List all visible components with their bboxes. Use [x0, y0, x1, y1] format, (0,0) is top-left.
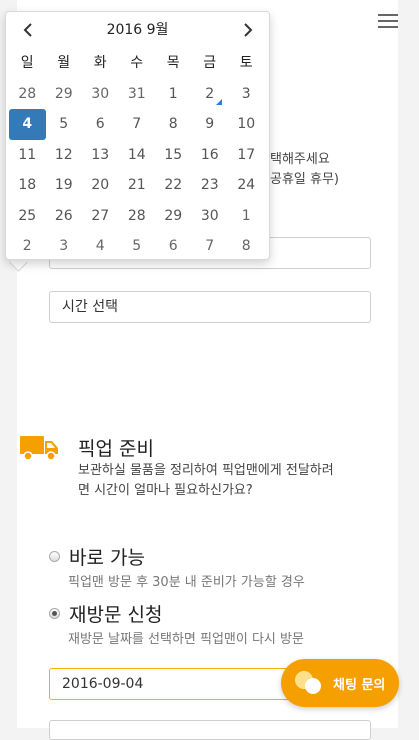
calendar-day[interactable]: 26	[46, 201, 83, 232]
calendar-day-other-month[interactable]: 3	[46, 231, 83, 262]
weekday-label: 토	[239, 55, 253, 71]
calendar-day[interactable]: 5	[46, 109, 83, 140]
calendar-day[interactable]: 9	[192, 109, 229, 140]
calendar-week-row: 28 29 30 31 1 2 3	[9, 79, 265, 110]
pickup-prep-title: 픽업 준비	[78, 438, 154, 460]
calendar-day[interactable]: 2	[192, 79, 229, 110]
calendar-day[interactable]: 13	[82, 140, 119, 171]
calendar-day[interactable]: 15	[155, 140, 192, 171]
calendar-day[interactable]: 25	[9, 201, 46, 232]
option-revisit[interactable]: 재방문 신청	[49, 600, 162, 627]
truck-icon	[20, 436, 58, 461]
chat-bubble-icon	[295, 671, 321, 694]
option-immediate[interactable]: 바로 가능	[49, 543, 145, 570]
revisit-label: 재방문 신청	[69, 604, 163, 626]
calendar-day[interactable]: 14	[119, 140, 156, 171]
revisit-date-input[interactable]: 2016-09-04	[49, 668, 299, 700]
calendar-day-other-month[interactable]: 30	[82, 79, 119, 110]
calendar-day[interactable]: 8	[155, 109, 192, 140]
prev-month-icon[interactable]	[18, 19, 38, 41]
weekday-label: 수	[130, 55, 144, 71]
pickup-prep-desc-line2: 면 시간이 얼마나 필요하신가요?	[78, 483, 253, 498]
calendar-day[interactable]: 16	[192, 140, 229, 171]
immediate-radio[interactable]	[49, 551, 60, 562]
calendar-day[interactable]: 23	[192, 170, 229, 201]
weekday-label: 금	[203, 55, 217, 71]
calendar-day[interactable]: 17	[228, 140, 265, 171]
calendar-week-row: 11 12 13 14 15 16 17	[9, 140, 265, 171]
calendar-week-row: 2345678	[9, 231, 265, 262]
time-select[interactable]: 시간 선택	[49, 291, 371, 323]
calendar-day-other-month[interactable]: 29	[46, 79, 83, 110]
weekday-header-row: 일월화수목금토	[9, 48, 265, 79]
calendar-day[interactable]: 29	[155, 201, 192, 232]
calendar-day[interactable]: 12	[46, 140, 83, 171]
calendar-day[interactable]: 3	[228, 79, 265, 110]
calendar-day[interactable]: 30	[192, 201, 229, 232]
calendar-day[interactable]: 27	[82, 201, 119, 232]
calendar-week-row: 25 26 27 28 29 30 1	[9, 201, 265, 232]
calendar-day[interactable]: 1	[155, 79, 192, 110]
immediate-desc: 픽업맨 방문 후 30분 내 준비가 가능할 경우	[68, 575, 305, 590]
calendar-day[interactable]: 10	[228, 109, 265, 140]
calendar-week-row: 18 19 20 21 22 23 24	[9, 170, 265, 201]
pickup-prep-desc-line1: 보관하실 물품을 정리하여 픽업맨에게 전달하려	[78, 463, 334, 478]
calendar-day[interactable]: 22	[155, 170, 192, 201]
calendar-month-title: 2016 9월	[106, 22, 169, 38]
weekday-label: 목	[166, 55, 180, 71]
calendar-week-row: 4 5 6 7 8 9 10	[9, 109, 265, 140]
chat-inquiry-button[interactable]: 채팅 문의	[281, 659, 399, 707]
chat-button-label: 채팅 문의	[333, 677, 386, 693]
revisit-time-select[interactable]	[49, 720, 371, 740]
weekday-label: 월	[57, 55, 71, 71]
calendar-day[interactable]: 18	[9, 170, 46, 201]
calendar-day-other-month[interactable]: 7	[192, 231, 229, 262]
datepicker-popup: 2016 9월 일월화수목금토 28 29 30 31 1 2 3 4 5 6 7 8 9 10 11 12 1…	[5, 11, 270, 260]
hamburger-menu-icon[interactable]	[378, 14, 398, 30]
weekday-label: 일	[20, 55, 34, 71]
calendar-day-other-month[interactable]: 1	[228, 201, 265, 232]
calendar-day[interactable]: 19	[46, 170, 83, 201]
calendar-day[interactable]: 11	[9, 140, 46, 171]
calendar-day[interactable]: 21	[119, 170, 156, 201]
calendar-grid: 일월화수목금토 28 29 30 31 1 2 3 4 5 6 7 8 9 10 11 12 13 14 15 16 1…	[9, 48, 265, 262]
partial-holiday-text: 공휴일 휴무)	[270, 172, 340, 187]
calendar-day-other-month[interactable]: 28	[9, 79, 46, 110]
calendar-header: 2016 9월	[6, 19, 269, 41]
calendar-day[interactable]: 28	[119, 201, 156, 232]
calendar-day-other-month[interactable]: 5	[119, 231, 156, 262]
weekday-label: 화	[93, 55, 107, 71]
calendar-day[interactable]: 6	[82, 109, 119, 140]
calendar-day[interactable]: 7	[119, 109, 156, 140]
next-month-icon[interactable]	[238, 19, 258, 41]
immediate-label: 바로 가능	[69, 547, 145, 569]
partial-instruction-text: 택해주세요	[270, 152, 330, 167]
calendar-day[interactable]: 4	[9, 109, 46, 140]
calendar-day[interactable]: 20	[82, 170, 119, 201]
calendar-day-other-month[interactable]: 4	[82, 231, 119, 262]
calendar-day-other-month[interactable]: 2	[9, 231, 46, 262]
calendar-day[interactable]: 24	[228, 170, 265, 201]
calendar-day-other-month[interactable]: 31	[119, 79, 156, 110]
calendar-day-other-month[interactable]: 8	[228, 231, 265, 262]
revisit-radio[interactable]	[49, 608, 60, 619]
calendar-day-other-month[interactable]: 6	[155, 231, 192, 262]
revisit-desc: 재방문 날짜를 선택하면 픽업맨이 다시 방문	[68, 632, 304, 647]
